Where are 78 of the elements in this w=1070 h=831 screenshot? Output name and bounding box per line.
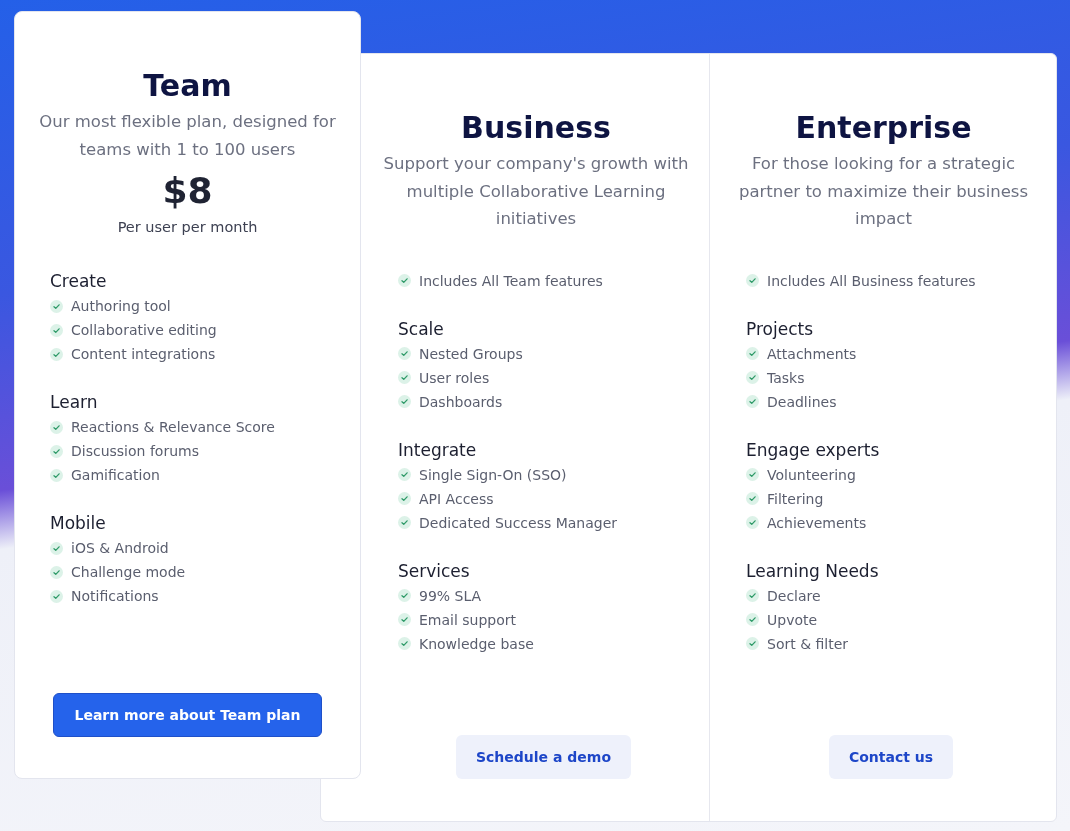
feature-text: Deadlines [767, 393, 837, 410]
plan-description: Our most flexible plan, designed for teams with 1 to 100 users [38, 111, 337, 161]
feature-text: Upvote [767, 611, 818, 628]
price-note: Per user per month [116, 218, 259, 237]
plan-title: Enterprise [794, 109, 973, 147]
cta-button[interactable]: Schedule a demo [455, 735, 631, 779]
feature-text: Nested Groups [419, 345, 523, 362]
check-icon [746, 637, 759, 650]
feature-text: Volunteering [767, 466, 856, 483]
price: $8 [161, 169, 214, 213]
feature-text: Filtering [767, 490, 824, 507]
check-icon [398, 347, 411, 360]
feature-text: Authoring tool [71, 298, 171, 314]
feature-text: Sort & filter [767, 635, 849, 652]
section-heading: Learn [50, 391, 99, 414]
check-icon [746, 613, 759, 626]
check-icon [50, 444, 63, 458]
feature-text: Includes All Business features [767, 272, 976, 289]
check-icon [398, 516, 411, 529]
feature-text: Attachments [767, 345, 857, 362]
check-icon [746, 347, 759, 360]
feature-text: Dashboards [419, 393, 503, 410]
feature-text: iOS & Android [71, 540, 169, 556]
plan-description: Support your company's growth with multiple Collaborative Learning initiatives [383, 153, 689, 230]
feature-text: Declare [767, 587, 821, 604]
plan-title: Team [142, 67, 233, 105]
check-icon [746, 492, 759, 505]
section-heading: Engage experts [746, 438, 881, 462]
check-icon [398, 468, 411, 481]
check-icon [50, 420, 63, 434]
feature-text: Collaborative editing [71, 322, 217, 338]
check-icon [746, 274, 759, 287]
check-icon [50, 323, 63, 337]
feature-text: User roles [419, 369, 490, 386]
feature-text: Gamification [71, 467, 160, 483]
feature-text: Discussion forums [71, 443, 199, 459]
plan-title: Business [460, 109, 612, 147]
feature-text: Achievements [767, 514, 867, 531]
feature-text: Knowledge base [419, 635, 534, 652]
feature-text: 99% SLA [419, 587, 482, 604]
check-icon [398, 589, 411, 602]
section-heading: Create [50, 270, 108, 293]
check-icon [50, 347, 63, 361]
cta-button[interactable]: Contact us [828, 735, 954, 779]
section-heading: Integrate [398, 438, 478, 462]
feature-text: Notifications [71, 588, 159, 604]
check-icon [50, 299, 63, 313]
check-icon [50, 589, 63, 603]
check-icon [746, 589, 759, 602]
check-icon [398, 492, 411, 505]
plan-description: For those looking for a strategic partner to maximize their business impact [737, 153, 1030, 230]
feature-text: Single Sign-On (SSO) [419, 466, 567, 483]
feature-text: Challenge mode [71, 564, 186, 580]
feature-text: Email support [419, 611, 517, 628]
section-heading: Learning Needs [746, 559, 880, 583]
check-icon [398, 613, 411, 626]
check-icon [746, 395, 759, 408]
check-icon [746, 516, 759, 529]
check-icon [50, 468, 63, 482]
check-icon [746, 371, 759, 384]
check-icon [398, 395, 411, 408]
section-heading: Projects [746, 317, 815, 341]
section-heading: Mobile [50, 512, 107, 535]
feature-text: API Access [419, 490, 494, 507]
feature-text: Content integrations [71, 346, 216, 362]
section-heading: Services [398, 559, 471, 583]
check-icon [398, 637, 411, 650]
feature-text: Includes All Team features [419, 272, 603, 289]
check-icon [398, 371, 411, 384]
cta-button[interactable]: Learn more about Team plan [53, 693, 322, 737]
section-heading: Scale [398, 317, 445, 341]
feature-text: Tasks [767, 369, 805, 386]
check-icon [746, 468, 759, 481]
check-icon [50, 565, 63, 579]
feature-text: Reactions & Relevance Score [71, 419, 275, 435]
feature-text: Dedicated Success Manager [419, 514, 618, 531]
check-icon [50, 541, 63, 555]
check-icon [398, 274, 411, 287]
